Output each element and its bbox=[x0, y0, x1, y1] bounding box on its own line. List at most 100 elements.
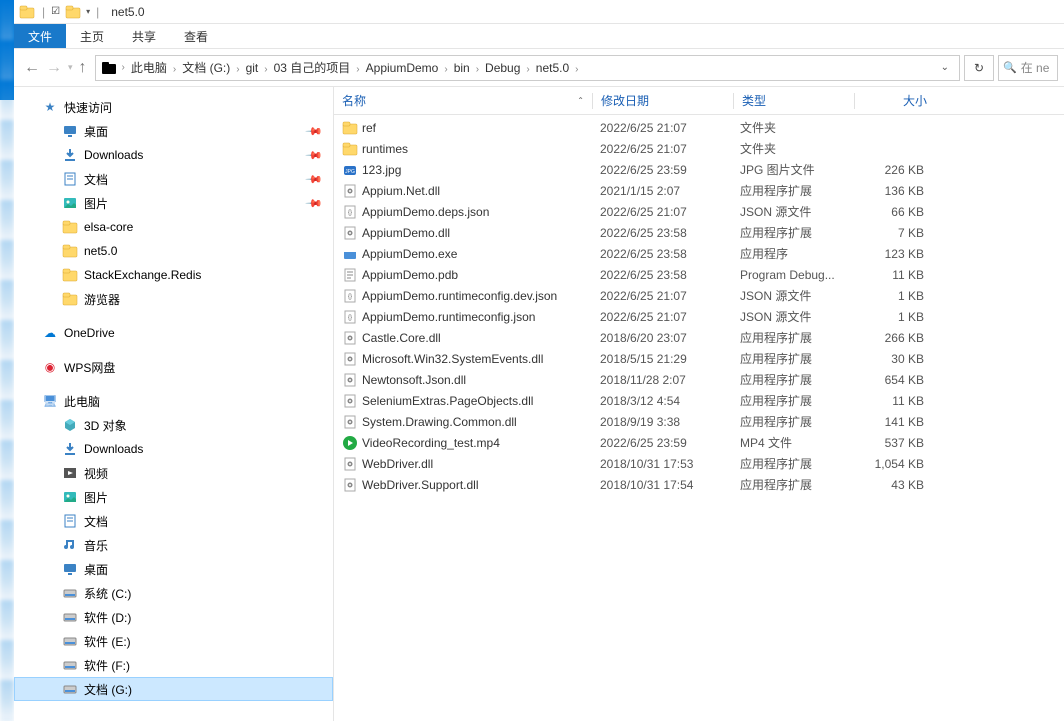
chevron-right-icon[interactable]: › bbox=[234, 64, 241, 75]
sidebar-item[interactable]: 软件 (E:) bbox=[14, 629, 333, 653]
file-row[interactable]: SeleniumExtras.PageObjects.dll2018/3/12 … bbox=[334, 390, 1064, 411]
sidebar-item[interactable]: 软件 (F:) bbox=[14, 653, 333, 677]
file-type: JSON 源文件 bbox=[732, 203, 852, 220]
column-date[interactable]: 修改日期 bbox=[593, 92, 733, 109]
search-input[interactable]: 🔍 在 ne bbox=[998, 55, 1058, 81]
tab-view[interactable]: 查看 bbox=[170, 24, 222, 48]
chevron-right-icon[interactable]: › bbox=[474, 64, 481, 75]
sidebar-item[interactable]: 桌面 bbox=[14, 557, 333, 581]
file-row[interactable]: System.Drawing.Common.dll2018/9/19 3:38应… bbox=[334, 411, 1064, 432]
sidebar-item-label: 软件 (D:) bbox=[84, 609, 131, 626]
sidebar-item[interactable]: Downloads bbox=[14, 437, 333, 461]
sidebar-item[interactable]: 软件 (D:) bbox=[14, 605, 333, 629]
chevron-right-icon[interactable]: › bbox=[262, 64, 269, 75]
file-row[interactable]: WebDriver.dll2018/10/31 17:53应用程序扩展1,054… bbox=[334, 453, 1064, 474]
file-type: 应用程序扩展 bbox=[732, 329, 852, 346]
column-size[interactable]: 大小 bbox=[855, 92, 935, 109]
breadcrumb-item[interactable]: AppiumDemo bbox=[362, 61, 443, 75]
file-row[interactable]: Microsoft.Win32.SystemEvents.dll2018/5/1… bbox=[334, 348, 1064, 369]
column-type[interactable]: 类型 bbox=[734, 92, 854, 109]
file-size: 7 KB bbox=[852, 226, 932, 240]
file-row[interactable]: ref2022/6/25 21:07文件夹 bbox=[334, 117, 1064, 138]
sidebar-item[interactable]: 视频 bbox=[14, 461, 333, 485]
file-name: Newtonsoft.Json.dll bbox=[362, 373, 466, 387]
sidebar-item[interactable]: 游览器 bbox=[14, 287, 333, 311]
json-icon: {} bbox=[342, 204, 358, 220]
sep: | bbox=[42, 5, 45, 19]
breadcrumb-item[interactable]: 03 自己的项目 bbox=[270, 61, 355, 75]
sidebar-onedrive[interactable]: ☁ OneDrive bbox=[14, 321, 333, 345]
tab-share[interactable]: 共享 bbox=[118, 24, 170, 48]
file-type: JSON 源文件 bbox=[732, 287, 852, 304]
sidebar-item[interactable]: 音乐 bbox=[14, 533, 333, 557]
column-name[interactable]: 名称⌃ bbox=[334, 92, 592, 109]
download-icon bbox=[62, 147, 78, 163]
file-row[interactable]: AppiumDemo.pdb2022/6/25 23:58Program Deb… bbox=[334, 264, 1064, 285]
chevron-right-icon[interactable]: › bbox=[442, 64, 449, 75]
file-date: 2022/6/25 21:07 bbox=[592, 205, 732, 219]
breadcrumb-item[interactable]: 此电脑 bbox=[127, 61, 171, 75]
chevron-right-icon[interactable]: › bbox=[120, 62, 127, 73]
file-row[interactable]: Castle.Core.dll2018/6/20 23:07应用程序扩展266 … bbox=[334, 327, 1064, 348]
file-row[interactable]: VideoRecording_test.mp42022/6/25 23:59MP… bbox=[334, 432, 1064, 453]
up-button[interactable]: ↑ bbox=[79, 59, 87, 77]
file-row[interactable]: WebDriver.Support.dll2018/10/31 17:54应用程… bbox=[334, 474, 1064, 495]
sidebar-item[interactable]: 图片📌 bbox=[14, 191, 333, 215]
file-row[interactable]: {}AppiumDemo.deps.json2022/6/25 21:07JSO… bbox=[334, 201, 1064, 222]
sidebar-item[interactable]: Downloads📌 bbox=[14, 143, 333, 167]
breadcrumb-item[interactable]: bin bbox=[450, 61, 474, 75]
sidebar-item[interactable]: elsa-core bbox=[14, 215, 333, 239]
chevron-right-icon[interactable]: › bbox=[524, 64, 531, 75]
forward-button[interactable]: → bbox=[46, 59, 62, 77]
chevron-right-icon[interactable]: › bbox=[354, 64, 361, 75]
breadcrumb-item[interactable]: 文档 (G:) bbox=[178, 61, 234, 75]
refresh-button[interactable]: ↻ bbox=[964, 55, 994, 81]
breadcrumb-item[interactable]: net5.0 bbox=[532, 61, 573, 75]
titlebar[interactable]: | ☑ ▾ | net5.0 bbox=[14, 0, 1064, 24]
dll-icon bbox=[342, 393, 358, 409]
sidebar-item[interactable]: StackExchange.Redis bbox=[14, 263, 333, 287]
file-row[interactable]: JPG123.jpg2022/6/25 23:59JPG 图片文件226 KB bbox=[334, 159, 1064, 180]
sidebar-item[interactable]: 3D 对象 bbox=[14, 413, 333, 437]
file-row[interactable]: AppiumDemo.dll2022/6/25 23:58应用程序扩展7 KB bbox=[334, 222, 1064, 243]
file-row[interactable]: Newtonsoft.Json.dll2018/11/28 2:07应用程序扩展… bbox=[334, 369, 1064, 390]
sidebar-item[interactable]: 文档 bbox=[14, 509, 333, 533]
sidebar-item[interactable]: 桌面📌 bbox=[14, 119, 333, 143]
qat-item[interactable]: ☑ bbox=[51, 6, 60, 17]
tab-home[interactable]: 主页 bbox=[66, 24, 118, 48]
file-type: 应用程序扩展 bbox=[732, 392, 852, 409]
file-row[interactable]: {}AppiumDemo.runtimeconfig.dev.json2022/… bbox=[334, 285, 1064, 306]
sidebar-item-label: 图片 bbox=[84, 195, 108, 212]
file-type: 应用程序扩展 bbox=[732, 455, 852, 472]
sidebar-wps[interactable]: ◉ WPS网盘 bbox=[14, 355, 333, 379]
file-row[interactable]: Appium.Net.dll2021/1/15 2:07应用程序扩展136 KB bbox=[334, 180, 1064, 201]
file-date: 2018/3/12 4:54 bbox=[592, 394, 732, 408]
breadcrumb-dropdown-icon[interactable]: ⌄ bbox=[933, 62, 957, 73]
cloud-icon: ☁ bbox=[42, 325, 58, 341]
back-button[interactable]: ← bbox=[24, 59, 40, 77]
sidebar-item[interactable]: net5.0 bbox=[14, 239, 333, 263]
sidebar-item-label: 桌面 bbox=[84, 561, 108, 578]
recent-dropdown-icon[interactable]: ▾ bbox=[68, 62, 73, 73]
sidebar[interactable]: ★ 快速访问 桌面📌Downloads📌文档📌图片📌elsa-corenet5.… bbox=[14, 87, 334, 721]
sidebar-quick-access[interactable]: ★ 快速访问 bbox=[14, 95, 333, 119]
file-name: Microsoft.Win32.SystemEvents.dll bbox=[362, 352, 543, 366]
file-row[interactable]: {}AppiumDemo.runtimeconfig.json2022/6/25… bbox=[334, 306, 1064, 327]
breadcrumb-item[interactable]: Debug bbox=[481, 61, 524, 75]
breadcrumb[interactable]: › 此电脑›文档 (G:)›git›03 自己的项目›AppiumDemo›bi… bbox=[95, 55, 960, 81]
file-rows[interactable]: ref2022/6/25 21:07文件夹runtimes2022/6/25 2… bbox=[334, 115, 1064, 721]
sidebar-item[interactable]: 文档 (G:) bbox=[14, 677, 333, 701]
qat-dropdown-icon[interactable]: ▾ bbox=[86, 7, 90, 16]
sidebar-this-pc[interactable]: 🖥 此电脑 bbox=[14, 389, 333, 413]
file-row[interactable]: runtimes2022/6/25 21:07文件夹 bbox=[334, 138, 1064, 159]
breadcrumb-item[interactable]: git bbox=[242, 61, 263, 75]
sidebar-item[interactable]: 系统 (C:) bbox=[14, 581, 333, 605]
window-title: net5.0 bbox=[111, 5, 144, 19]
chevron-right-icon[interactable]: › bbox=[573, 64, 580, 75]
sidebar-item[interactable]: 图片 bbox=[14, 485, 333, 509]
sidebar-item[interactable]: 文档📌 bbox=[14, 167, 333, 191]
file-row[interactable]: AppiumDemo.exe2022/6/25 23:58应用程序123 KB bbox=[334, 243, 1064, 264]
tab-file[interactable]: 文件 bbox=[14, 24, 66, 48]
3d-icon bbox=[62, 417, 78, 433]
file-type: 应用程序扩展 bbox=[732, 413, 852, 430]
